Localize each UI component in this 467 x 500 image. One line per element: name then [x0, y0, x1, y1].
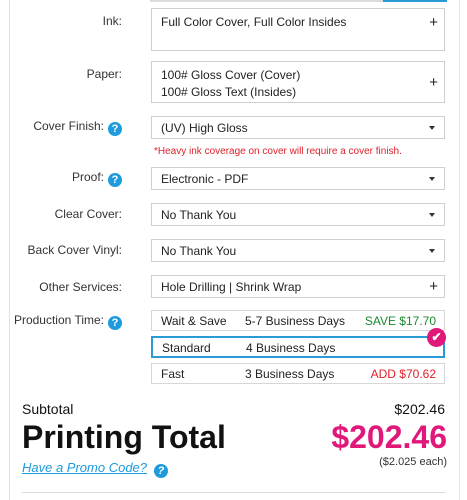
production-time-label: Production Time:? [14, 313, 122, 330]
per-item-price: ($2.025 each) [379, 456, 447, 468]
back-cover-vinyl-value: No Thank You [161, 244, 237, 258]
cover-finish-label-text: Cover Finish: [33, 119, 104, 133]
option-price: ADD $70.62 [370, 367, 436, 381]
option-name: Standard [162, 341, 211, 355]
proof-value: Electronic - PDF [161, 172, 249, 186]
question-mark-icon[interactable]: ? [154, 464, 169, 478]
paper-select[interactable]: 100# Gloss Cover (Cover) 100# Gloss Text… [151, 61, 445, 103]
option-price: SAVE $17.70 [364, 314, 436, 328]
ink-label: Ink: [102, 14, 122, 28]
caret-down-icon [429, 125, 435, 130]
cover-finish-label: Cover Finish:? [33, 119, 122, 136]
option-name: Fast [161, 367, 185, 381]
cover-finish-value: (UV) High Gloss [161, 121, 248, 135]
printing-total-value: $202.46 [331, 419, 447, 455]
other-services-value: Hole Drilling | Shrink Wrap [161, 280, 302, 294]
promo-code-link-wrap: Have a Promo Code?? [22, 460, 169, 478]
proof-label: Proof:? [72, 170, 122, 187]
ink-value: Full Color Cover, Full Color Insides [161, 15, 347, 29]
question-mark-icon[interactable]: ? [108, 173, 122, 187]
caret-down-icon [429, 176, 435, 181]
ink-select[interactable]: Full Color Cover, Full Color Insides + [151, 8, 445, 51]
other-services-select[interactable]: Hole Drilling | Shrink Wrap + [151, 275, 445, 298]
checkmark-icon: ✔ [427, 328, 446, 347]
paper-cover-value: 100# Gloss Cover (Cover) [161, 68, 301, 82]
clear-cover-select[interactable]: No Thank You [151, 203, 445, 226]
top-accent-bar [383, 0, 447, 2]
option-days: 3 Business Days [245, 367, 335, 381]
option-name: Wait & Save [161, 314, 227, 328]
printing-total-label: Printing Total [22, 419, 226, 455]
paper-label: Paper: [86, 67, 122, 81]
plus-icon[interactable]: + [429, 278, 438, 295]
production-option-fast[interactable]: Fast 3 Business Days ADD $70.62 [151, 363, 445, 384]
option-days: 4 Business Days [246, 341, 336, 355]
other-services-label: Other Services: [39, 280, 122, 294]
caret-down-icon [429, 212, 435, 217]
subtotal-label: Subtotal [22, 401, 74, 417]
clear-cover-value: No Thank You [161, 208, 237, 222]
back-cover-vinyl-label: Back Cover Vinyl: [27, 243, 122, 257]
plus-icon[interactable]: + [429, 14, 438, 31]
promo-code-link[interactable]: Have a Promo Code? [22, 460, 147, 475]
divider [22, 492, 446, 493]
question-mark-icon[interactable]: ? [108, 122, 122, 136]
subtotal-value: $202.46 [394, 401, 445, 417]
clear-cover-label: Clear Cover: [54, 207, 122, 221]
proof-label-text: Proof: [71, 170, 104, 184]
production-option-standard[interactable]: Standard 4 Business Days ✔ [151, 328, 446, 358]
production-option-wait-save[interactable]: Wait & Save 5-7 Business Days SAVE $17.7… [151, 310, 445, 331]
option-days: 5-7 Business Days [245, 314, 346, 328]
production-time-label-text: Production Time: [13, 313, 104, 327]
cover-finish-warning: *Heavy ink coverage on cover will requir… [154, 146, 402, 157]
plus-icon[interactable]: + [429, 74, 438, 91]
proof-select[interactable]: Electronic - PDF [151, 167, 445, 190]
paper-insides-value: 100# Gloss Text (Insides) [161, 85, 297, 99]
caret-down-icon [429, 248, 435, 253]
cover-finish-select[interactable]: (UV) High Gloss [151, 116, 445, 139]
back-cover-vinyl-select[interactable]: No Thank You [151, 239, 445, 262]
question-mark-icon[interactable]: ? [108, 316, 122, 330]
